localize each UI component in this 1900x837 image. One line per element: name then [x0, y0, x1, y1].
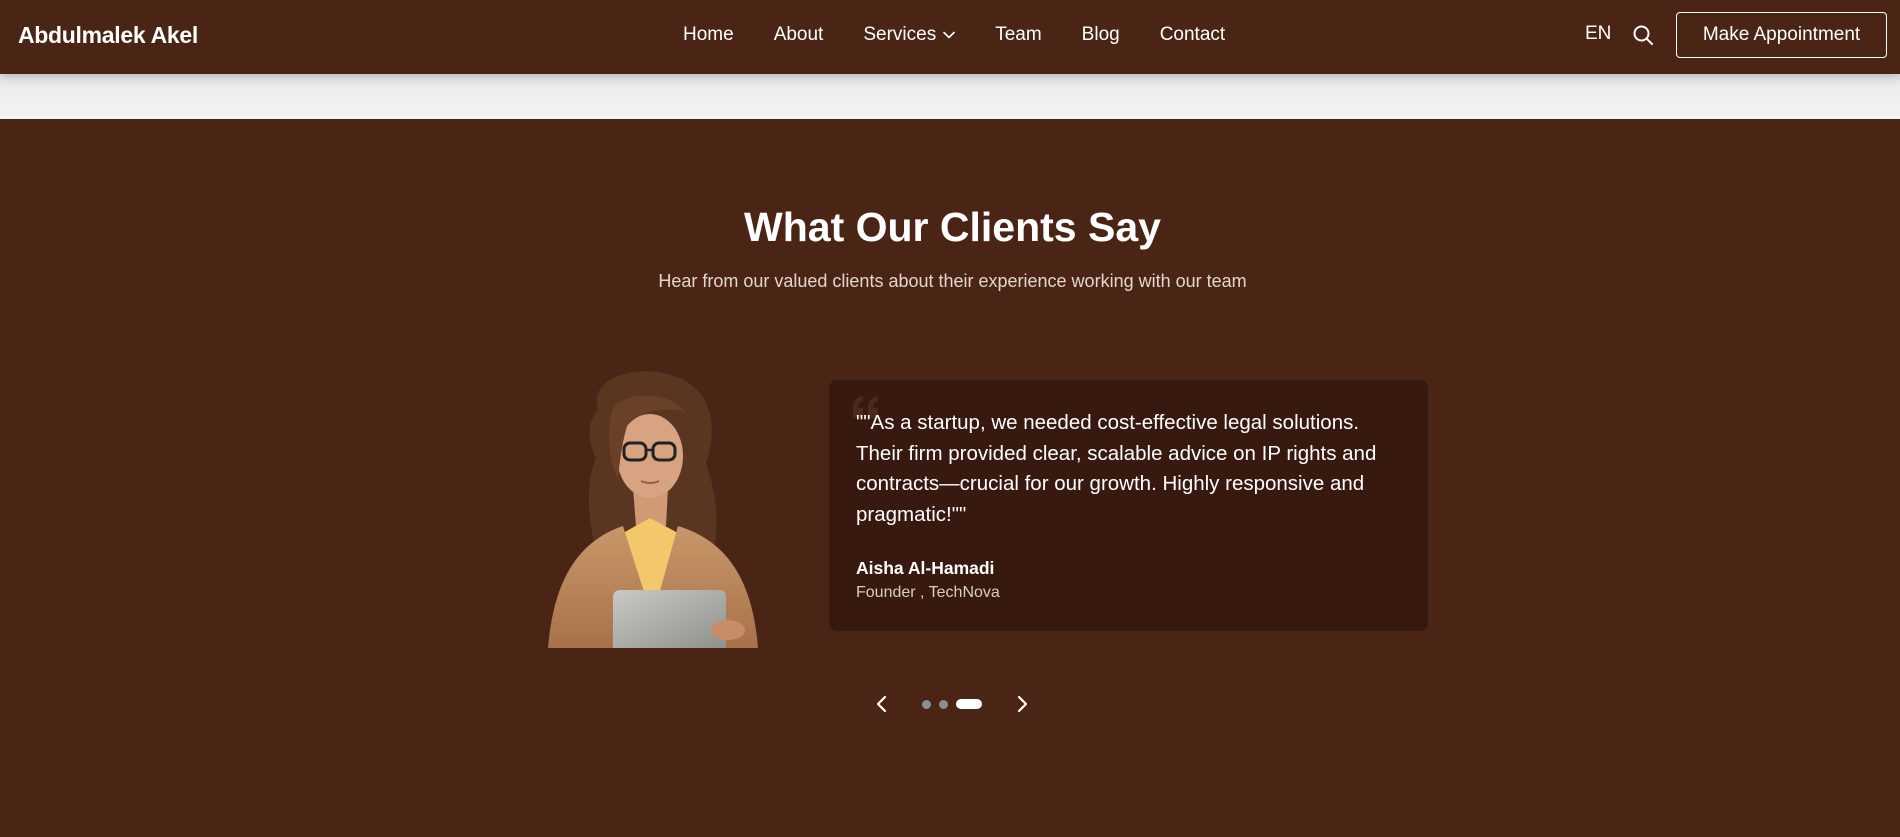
client-role: Founder , TechNova [856, 584, 1000, 601]
nav-services[interactable]: Services [863, 24, 956, 46]
language-switcher[interactable]: EN [1585, 23, 1611, 45]
search-icon[interactable] [1632, 24, 1654, 46]
top-navbar: Abdulmalek Akel Home About Services Team… [0, 0, 1900, 74]
client-name: Aisha Al-Hamadi [856, 558, 995, 578]
carousel-dot-1[interactable] [922, 699, 931, 709]
chevron-left-icon[interactable] [870, 692, 894, 716]
brand-logo[interactable]: Abdulmalek Akel [18, 22, 198, 49]
testimonial-card: ""As a startup, we needed cost-effective… [829, 380, 1428, 631]
nav-home[interactable]: Home [683, 24, 734, 46]
nav-about[interactable]: About [774, 24, 824, 46]
section-title: What Our Clients Say [744, 204, 1161, 250]
main-nav: Home About Services Team Blog Contact [683, 23, 1225, 47]
carousel-dots [922, 699, 982, 709]
divider-band [0, 74, 1900, 119]
chevron-down-icon [943, 31, 956, 39]
chevron-right-icon[interactable] [1010, 692, 1034, 716]
client-photo [548, 371, 758, 648]
nav-contact[interactable]: Contact [1160, 24, 1225, 46]
nav-home-label: Home [683, 24, 734, 45]
make-appointment-button[interactable]: Make Appointment [1676, 12, 1887, 58]
testimonial-quote: ""As a startup, we needed cost-effective… [856, 411, 1377, 526]
carousel-dot-3-active[interactable] [956, 699, 982, 709]
section-subtitle: Hear from our valued clients about their… [658, 271, 1247, 291]
nav-services-label: Services [863, 24, 937, 45]
carousel-dot-2[interactable] [939, 699, 948, 709]
nav-team-label: Team [995, 24, 1042, 45]
nav-blog-label: Blog [1081, 24, 1120, 45]
nav-blog[interactable]: Blog [1082, 24, 1120, 46]
nav-contact-label: Contact [1159, 24, 1226, 45]
nav-team[interactable]: Team [995, 24, 1041, 46]
nav-about-label: About [773, 24, 824, 45]
